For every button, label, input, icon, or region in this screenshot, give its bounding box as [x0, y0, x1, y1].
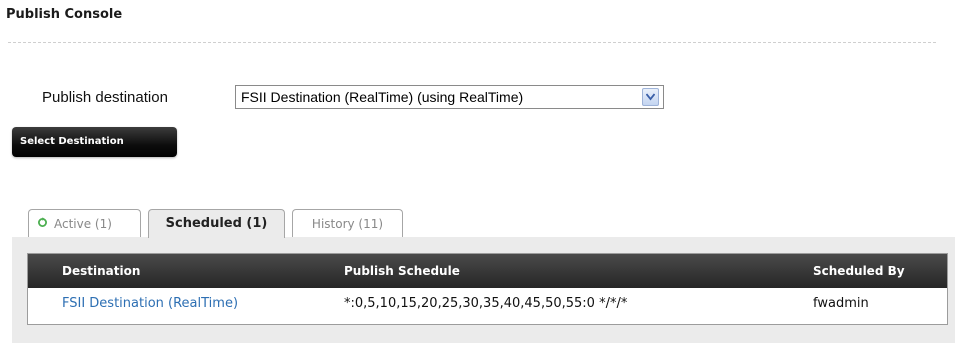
tab-scheduled-label: Scheduled (1) [165, 216, 268, 231]
publish-destination-value: FSII Destination (RealTime) (using RealT… [241, 89, 524, 105]
tab-active-label: Active (1) [54, 217, 112, 231]
table-header: Destination Publish Schedule Scheduled B… [28, 254, 947, 288]
table-cell-publish-schedule: *:0,5,10,15,20,25,30,35,40,45,50,55:0 */… [344, 296, 628, 311]
column-header-destination: Destination [62, 264, 141, 278]
column-header-scheduled-by: Scheduled By [813, 264, 905, 278]
table-cell-destination-link[interactable]: FSII Destination (RealTime) [62, 288, 238, 320]
publish-destination-select[interactable]: FSII Destination (RealTime) (using RealT… [235, 85, 664, 109]
title-divider [8, 42, 936, 43]
dropdown-arrow-icon[interactable] [642, 88, 659, 106]
refresh-icon [37, 210, 48, 238]
publish-destination-label: Publish destination [42, 89, 168, 106]
page-title: Publish Console [6, 7, 123, 22]
tab-history-label: History (11) [311, 217, 384, 231]
column-header-publish-schedule: Publish Schedule [344, 264, 460, 278]
tab-history[interactable]: History (11) [292, 209, 403, 237]
table-cell-scheduled-by: fwadmin [813, 296, 869, 311]
tab-scheduled[interactable]: Scheduled (1) [148, 209, 285, 238]
tab-active[interactable]: Active (1) [28, 209, 141, 237]
select-destination-button[interactable]: Select Destination [12, 127, 177, 157]
schedule-table: Destination Publish Schedule Scheduled B… [27, 253, 948, 325]
